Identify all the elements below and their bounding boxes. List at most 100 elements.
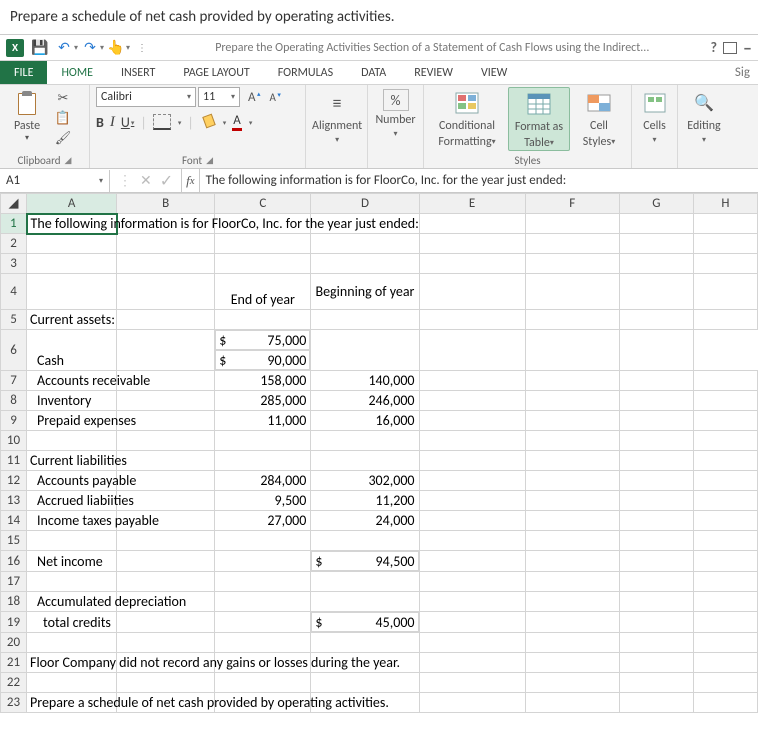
tab-page-layout[interactable]: PAGE LAYOUT xyxy=(169,61,263,84)
cell[interactable] xyxy=(525,673,619,693)
cell[interactable] xyxy=(693,592,757,612)
tab-view[interactable]: VIEW xyxy=(467,61,521,84)
number-format-button[interactable]: %Number▾ xyxy=(374,87,417,139)
cell[interactable] xyxy=(117,531,215,551)
cell-styles-button[interactable]: Cell Styles ▾ xyxy=(574,87,624,149)
cell-C9[interactable]: 11,000 xyxy=(215,411,311,431)
cell[interactable] xyxy=(525,411,619,431)
cell[interactable] xyxy=(117,551,215,572)
cell-A13[interactable]: Accrued liabiities xyxy=(27,491,117,511)
touch-dropdown-icon[interactable]: ▾ xyxy=(126,43,130,53)
row-header-21[interactable]: 21 xyxy=(1,653,27,673)
cell[interactable] xyxy=(525,491,619,511)
cell[interactable] xyxy=(693,391,757,411)
cell[interactable] xyxy=(117,274,215,310)
cell[interactable] xyxy=(215,572,311,592)
cell[interactable] xyxy=(419,491,525,511)
row-header-20[interactable]: 20 xyxy=(1,633,27,653)
cell[interactable] xyxy=(311,633,419,653)
cells-button[interactable]: Cells▾ xyxy=(638,87,671,145)
cell[interactable] xyxy=(619,612,693,633)
borders-button[interactable] xyxy=(153,114,171,130)
cell[interactable] xyxy=(419,310,525,330)
cell[interactable] xyxy=(311,572,419,592)
col-header-A[interactable]: A xyxy=(27,194,117,214)
cell[interactable] xyxy=(117,572,215,592)
cell[interactable] xyxy=(619,274,693,310)
row-header-18[interactable]: 18 xyxy=(1,592,27,612)
cell[interactable] xyxy=(693,371,757,391)
cell[interactable] xyxy=(619,330,693,371)
copy-icon[interactable]: 📋 xyxy=(52,109,74,127)
cell[interactable] xyxy=(27,531,117,551)
col-header-H[interactable]: H xyxy=(693,194,757,214)
cell[interactable] xyxy=(215,592,311,612)
cell[interactable] xyxy=(419,572,525,592)
cell[interactable] xyxy=(215,551,311,572)
cell[interactable] xyxy=(525,592,619,612)
cell[interactable] xyxy=(419,451,525,471)
cell[interactable] xyxy=(525,471,619,491)
cell[interactable] xyxy=(419,612,525,633)
cell[interactable] xyxy=(117,310,215,330)
col-header-B[interactable]: B xyxy=(117,194,215,214)
paste-button[interactable]: Paste ▾ xyxy=(6,87,48,143)
cell-A12[interactable]: Accounts payable xyxy=(27,471,117,491)
row-header-12[interactable]: 12 xyxy=(1,471,27,491)
alignment-button[interactable]: ≡Alignment▾ xyxy=(312,87,362,145)
cell-F1[interactable] xyxy=(525,214,619,234)
cell[interactable] xyxy=(117,451,215,471)
cell[interactable] xyxy=(525,234,619,254)
cell[interactable] xyxy=(117,633,215,653)
fx-icon[interactable]: fx xyxy=(181,169,199,192)
clipboard-dialog-icon[interactable]: ◢ xyxy=(65,155,72,166)
cell-C13[interactable]: 9,500 xyxy=(215,491,311,511)
cell[interactable] xyxy=(311,592,419,612)
cell-C7[interactable]: 158,000 xyxy=(215,371,311,391)
cell[interactable] xyxy=(693,254,757,274)
cell[interactable] xyxy=(525,451,619,471)
cell[interactable] xyxy=(525,431,619,451)
save-icon[interactable]: 💾 xyxy=(30,38,50,58)
cell[interactable] xyxy=(525,551,619,572)
bold-button[interactable]: B xyxy=(96,114,104,131)
format-as-table-button[interactable]: Format as Table ▾ xyxy=(508,87,570,151)
undo-dropdown-icon[interactable]: ▾ xyxy=(74,43,78,53)
cell[interactable] xyxy=(27,274,117,310)
tab-formulas[interactable]: FORMULAS xyxy=(264,61,347,84)
cell[interactable] xyxy=(693,531,757,551)
cell[interactable] xyxy=(419,371,525,391)
help-icon[interactable]: ? xyxy=(711,39,718,56)
redo-icon[interactable]: ↷ xyxy=(80,38,100,58)
cell[interactable] xyxy=(525,310,619,330)
cell[interactable] xyxy=(619,254,693,274)
row-header-22[interactable]: 22 xyxy=(1,673,27,693)
cell-D8[interactable]: 246,000 xyxy=(311,391,419,411)
select-all-button[interactable]: ◢ xyxy=(1,194,27,214)
cell-G1[interactable] xyxy=(619,214,693,234)
cell[interactable] xyxy=(619,693,693,713)
cell-D4[interactable]: Beginning of year xyxy=(311,274,419,310)
cell[interactable] xyxy=(27,673,117,693)
cell[interactable] xyxy=(419,254,525,274)
undo-icon[interactable]: ↶ xyxy=(54,38,74,58)
font-dialog-icon[interactable]: ◢ xyxy=(206,155,213,166)
chevron-down-icon[interactable]: ▾ xyxy=(249,118,253,127)
cell[interactable] xyxy=(215,673,311,693)
cell[interactable] xyxy=(311,531,419,551)
cell[interactable] xyxy=(619,451,693,471)
decrease-font-icon[interactable]: A▾ xyxy=(268,91,278,104)
col-header-G[interactable]: G xyxy=(619,194,693,214)
cell[interactable] xyxy=(27,431,117,451)
cell[interactable] xyxy=(619,391,693,411)
cell[interactable] xyxy=(215,254,311,274)
cell[interactable] xyxy=(619,411,693,431)
cancel-formula-icon[interactable]: ✕ xyxy=(140,172,152,189)
cell[interactable] xyxy=(27,633,117,653)
chevron-down-icon[interactable]: ▾ xyxy=(223,118,227,127)
cell-A11[interactable]: Current liabilities xyxy=(27,451,117,471)
touch-mode-icon[interactable]: 👆 xyxy=(106,38,126,58)
cell[interactable] xyxy=(693,431,757,451)
cell[interactable] xyxy=(693,612,757,633)
cell-A23[interactable]: Prepare a schedule of net cash provided … xyxy=(27,693,117,713)
